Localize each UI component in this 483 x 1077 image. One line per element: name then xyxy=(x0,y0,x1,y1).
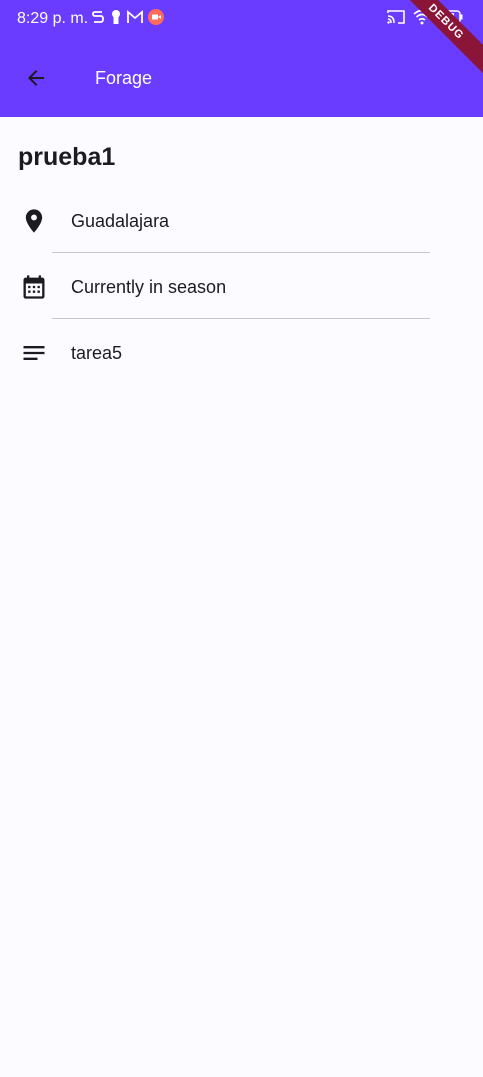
location-pin-icon xyxy=(25,209,43,233)
calendar-icon xyxy=(23,275,45,299)
app-bar-title: Forage xyxy=(95,68,153,88)
season-item: Currently in season xyxy=(0,253,483,319)
season-label: Currently in season xyxy=(71,277,227,297)
back-button[interactable] xyxy=(16,58,56,98)
record-icon xyxy=(148,9,164,25)
gmail-icon xyxy=(127,10,143,23)
keyhole-icon xyxy=(112,10,120,24)
notes-item: tarea5 xyxy=(0,319,483,385)
arrow-back-icon xyxy=(28,70,44,86)
status-bar: 8:29 p. m. xyxy=(0,0,483,40)
s-icon xyxy=(92,11,104,23)
detail-title: prueba1 xyxy=(18,143,116,171)
status-time: 8:29 p. m. xyxy=(17,10,89,27)
app-bar: Forage xyxy=(0,40,483,117)
location-label: Guadalajara xyxy=(71,211,170,231)
notes-label: tarea5 xyxy=(71,343,123,363)
location-item: Guadalajara xyxy=(0,187,483,253)
status-icons-left xyxy=(91,9,164,25)
notes-icon xyxy=(23,346,45,360)
cast-icon xyxy=(387,10,405,24)
